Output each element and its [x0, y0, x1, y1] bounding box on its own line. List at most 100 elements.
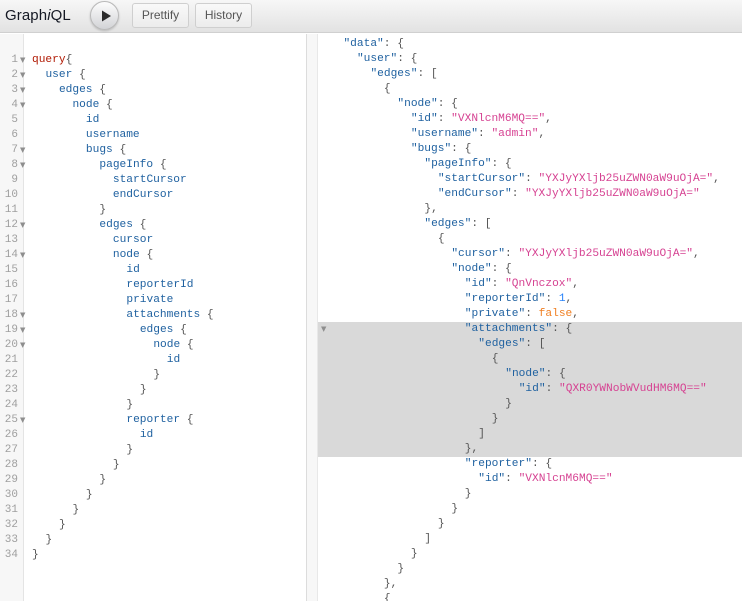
line-number: 12 — [4, 219, 18, 231]
code-token: { — [112, 144, 127, 156]
query-line-text: id — [167, 353, 180, 368]
query-line-text: endCursor — [113, 188, 173, 203]
code-token: "QXR0YWNobWVudHM6MQ==" — [559, 383, 707, 395]
code-token: : { — [491, 263, 512, 275]
code-token: , — [572, 278, 579, 290]
code-token: : [ — [525, 338, 546, 350]
code-token: node — [153, 339, 181, 351]
result-line: { — [438, 232, 445, 247]
code-token: node — [112, 249, 140, 261]
code-token: "YXJyYXljb25uZWN0aW9uOjA=" — [538, 173, 714, 185]
code-token: "VXNlcnM6MQ==" — [518, 473, 613, 485]
code-token: id — [166, 354, 181, 366]
code-token: { — [153, 159, 167, 171]
fold-arrow-icon[interactable]: ▼ — [20, 323, 25, 338]
history-button[interactable]: History — [195, 3, 252, 28]
code-token: : { — [383, 38, 404, 50]
query-line-text: reporterId — [126, 278, 193, 293]
result-line: "edges": [ — [370, 67, 437, 82]
code-token: node — [72, 99, 100, 111]
code-token: id — [126, 264, 140, 276]
fold-arrow-icon[interactable]: ▼ — [20, 413, 25, 428]
fold-arrow-icon[interactable]: ▼ — [20, 53, 25, 68]
fold-arrow-icon[interactable]: ▼ — [20, 98, 25, 113]
result-line: "edges": [ — [424, 217, 491, 232]
code-token: } — [112, 459, 120, 471]
line-number: 27 — [4, 444, 18, 456]
line-number: 6 — [11, 129, 18, 141]
code-token: : { — [491, 158, 512, 170]
query-line-text: id — [140, 428, 153, 443]
code-token: startCursor — [112, 174, 187, 186]
code-token: "startCursor" — [437, 173, 526, 185]
query-line-text: startCursor — [113, 173, 187, 188]
toolbar: GraphiQL Prettify History — [0, 0, 742, 33]
query-editor[interactable]: 1 ▼ query{2 ▼ user {3 ▼ edges {4 ▼ node {5 id 6 use… — [0, 34, 306, 601]
result-line: "data": { — [343, 37, 403, 52]
code-token: reporter — [126, 414, 181, 426]
fold-arrow-icon[interactable]: ▼ — [20, 158, 25, 173]
code-token: "cursor" — [451, 248, 506, 260]
fold-arrow-icon[interactable]: ▼ — [321, 322, 326, 337]
query-line-text: user { — [45, 68, 85, 83]
code-token: : — [505, 248, 519, 260]
code-token: } — [410, 548, 418, 560]
code-token: "username" — [410, 128, 479, 140]
code-token: { — [180, 339, 194, 351]
result-viewer[interactable]: "data": {"user": {"edges": [{"node": {"i… — [318, 34, 742, 601]
result-line: } — [492, 412, 499, 427]
query-line-text: reporter { — [126, 413, 193, 428]
code-token: { — [383, 593, 391, 601]
line-number: 7 — [11, 144, 18, 156]
code-token: : { — [531, 458, 553, 470]
prettify-button[interactable]: Prettify — [132, 3, 189, 28]
result-line: "pageInfo": { — [424, 157, 511, 172]
query-line-text: edges { — [140, 323, 187, 338]
result-line: "endCursor": "YXJyYXljb25uZWN0aW9uOjA=" — [438, 187, 700, 202]
line-number: 9 — [11, 174, 18, 186]
line-number: 14 — [4, 249, 18, 261]
fold-arrow-icon[interactable]: ▼ — [20, 248, 25, 263]
fold-arrow-icon[interactable]: ▼ — [20, 68, 25, 83]
code-token: : — [505, 473, 519, 485]
fold-arrow-icon[interactable]: ▼ — [20, 143, 25, 158]
fold-arrow-icon[interactable]: ▼ — [20, 338, 25, 353]
result-line: ] — [478, 427, 485, 442]
execute-query-button[interactable] — [90, 1, 119, 30]
code-token: } — [139, 384, 147, 396]
query-line-text: } — [45, 533, 52, 548]
code-token: "edges" — [370, 68, 418, 80]
query-line-text: } — [86, 488, 93, 503]
query-line-text: } — [126, 398, 133, 413]
result-line: { — [384, 592, 391, 601]
code-token: } — [505, 398, 512, 410]
code-token: : { — [545, 368, 566, 380]
line-number: 26 — [4, 429, 18, 441]
result-line: "id": "VXNlcnM6MQ==", — [411, 112, 552, 127]
fold-arrow-icon[interactable]: ▼ — [20, 308, 25, 323]
fold-arrow-icon[interactable]: ▼ — [20, 218, 25, 233]
line-number: 24 — [4, 399, 18, 411]
query-line-text: } — [113, 458, 120, 473]
line-number: 19 — [4, 324, 18, 336]
query-line-text: username — [86, 128, 140, 143]
code-token: "admin" — [491, 128, 539, 140]
pane-divider[interactable] — [306, 34, 318, 601]
result-line: "bugs": { — [411, 142, 471, 157]
code-token: "attachments" — [464, 323, 553, 335]
code-token: } — [58, 519, 66, 531]
fold-arrow-icon[interactable]: ▼ — [20, 83, 25, 98]
code-token: , — [693, 248, 700, 260]
code-token: { — [72, 69, 86, 81]
code-token: "node" — [397, 98, 438, 110]
line-number: 8 — [11, 159, 18, 171]
line-number: 2 — [11, 69, 18, 81]
code-token: } — [464, 488, 472, 500]
result-line: "user": { — [357, 52, 417, 67]
line-number: 20 — [4, 339, 18, 351]
query-line-text: } — [72, 503, 79, 518]
result-line: "node": { — [397, 97, 457, 112]
code-token: , — [572, 308, 579, 320]
line-number: 10 — [4, 189, 18, 201]
code-token: username — [85, 129, 140, 141]
